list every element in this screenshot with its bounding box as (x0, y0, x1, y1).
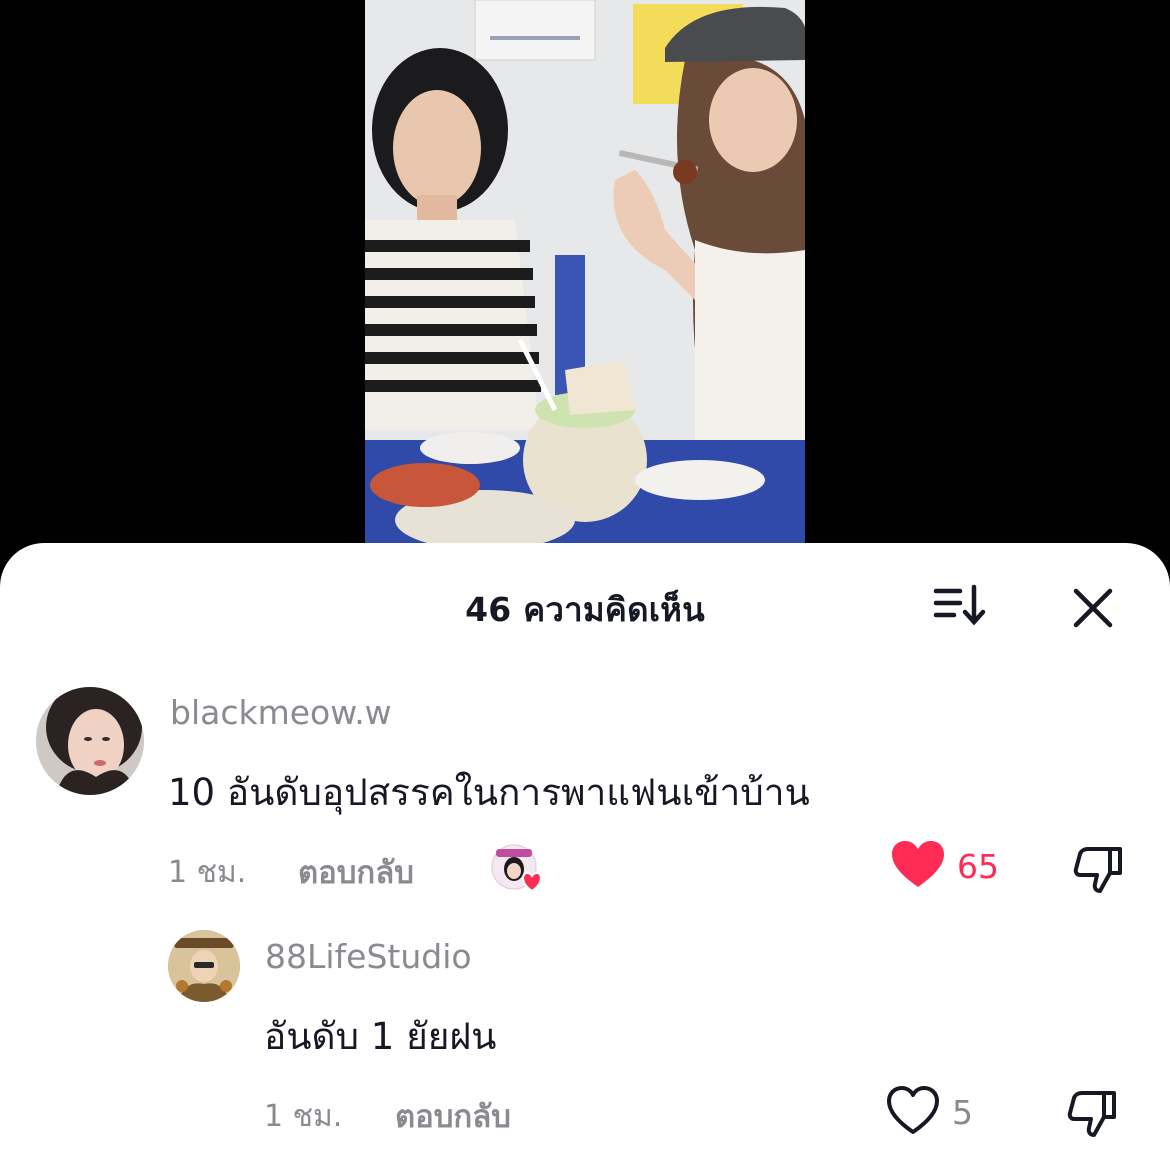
comment-text: 10 อันดับอุปสรรคในการพาแฟนเข้าบ้าน (168, 771, 810, 814)
creator-liked-badge (490, 843, 548, 895)
heart-outline-icon (887, 1086, 939, 1134)
comment-item: blackmeow.w 10 อันดับอุปสรรคในการพาแฟนเข… (0, 543, 1170, 903)
avatar[interactable] (168, 930, 240, 1002)
avatar-image (168, 930, 240, 1002)
like-button[interactable] (886, 1085, 940, 1137)
comment-text: อันดับ 1 ยัยฝน (264, 1015, 497, 1058)
comment-time: 1 ชม. (168, 855, 247, 890)
like-count: 65 (957, 847, 999, 886)
video-player[interactable] (365, 0, 805, 560)
thumbs-down-icon (1067, 1091, 1116, 1137)
creator-avatar-heart-icon (491, 844, 542, 893)
reply-comment-item: 88LifeStudio อันดับ 1 ยัยฝน 1 ชม. ตอบกลั… (0, 903, 1170, 1167)
comments-sheet: 46 ความคิดเห็น blackmeow.w 10 อันดับอุปส… (0, 543, 1170, 1167)
dislike-button[interactable] (1064, 1085, 1120, 1141)
like-count: 5 (952, 1093, 973, 1132)
comment-username[interactable]: 88LifeStudio (265, 937, 472, 976)
dislike-button[interactable] (1070, 841, 1126, 897)
thumbs-down-icon (1073, 847, 1122, 893)
heart-filled-icon (892, 841, 944, 887)
video-frame-image (365, 0, 805, 560)
avatar-image (36, 687, 144, 795)
avatar[interactable] (36, 687, 144, 795)
comment-username[interactable]: blackmeow.w (170, 693, 392, 732)
like-button[interactable] (890, 839, 946, 891)
reply-button[interactable]: ตอบกลับ (395, 1091, 511, 1141)
comment-time: 1 ชม. (264, 1099, 343, 1134)
reply-button[interactable]: ตอบกลับ (298, 847, 414, 897)
